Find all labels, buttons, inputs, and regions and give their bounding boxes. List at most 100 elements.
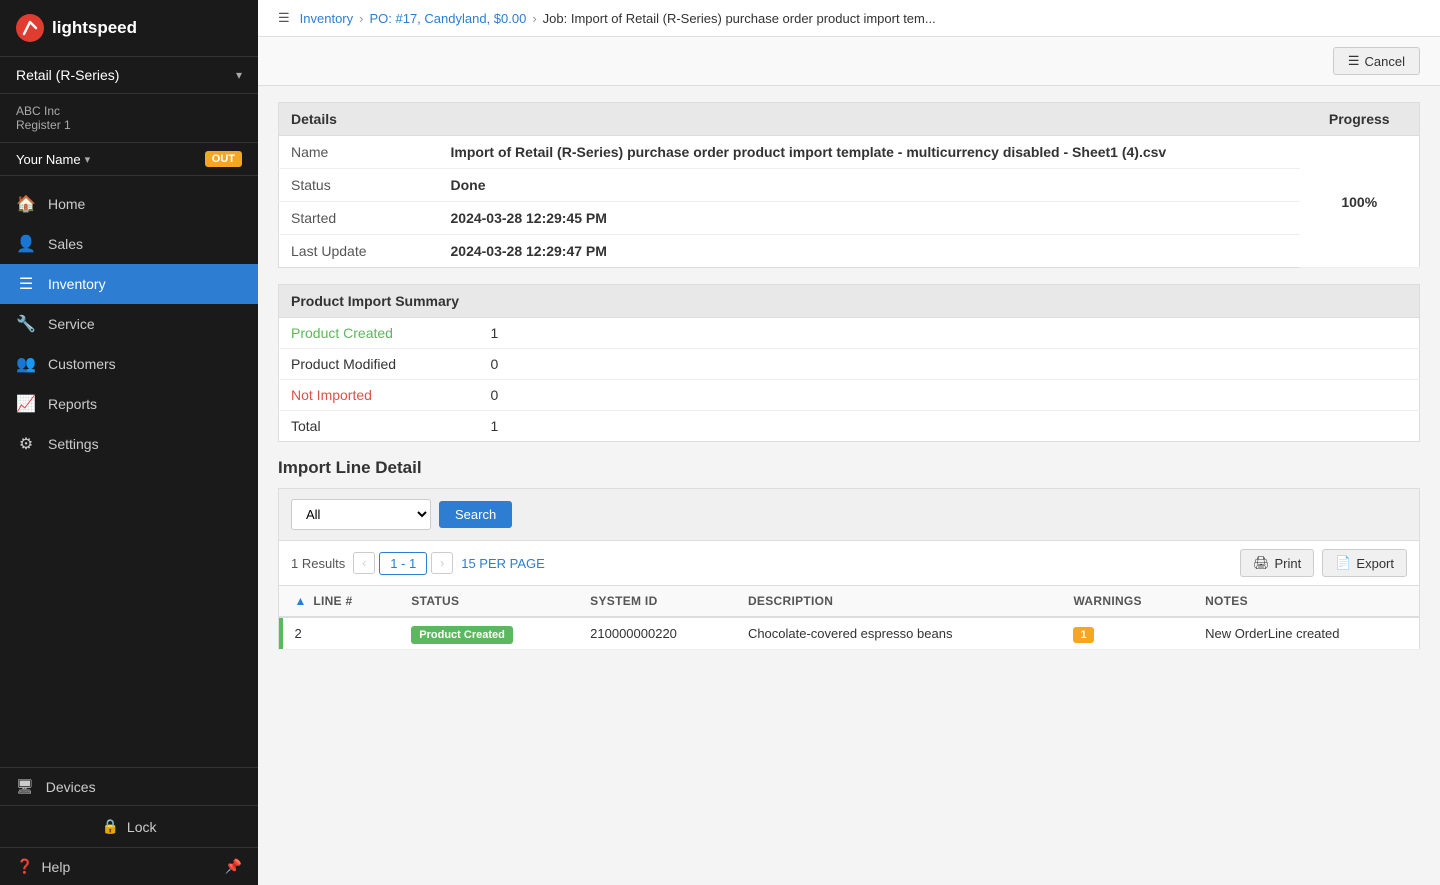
account-register: Register 1 — [16, 118, 71, 132]
detail-row-status: Status Done — [279, 169, 1420, 202]
col-header-line[interactable]: ▲ LINE # — [283, 586, 400, 617]
breadcrumb-job: Job: Import of Retail (R-Series) purchas… — [543, 11, 936, 26]
detail-row-name: Name Import of Retail (R-Series) purchas… — [279, 136, 1420, 169]
action-bar: ☰ Cancel — [258, 37, 1440, 86]
col-header-description: DESCRIPTION — [736, 586, 1062, 617]
progress-value: 100% — [1300, 136, 1420, 268]
store-selector[interactable]: Retail (R-Series) ▾ — [0, 57, 258, 94]
sidebar-item-devices[interactable]: 🖥 Devices — [0, 767, 258, 805]
import-line-title: Import Line Detail — [278, 458, 1420, 478]
detail-label-name: Name — [279, 136, 439, 169]
detail-value-lastupdate: 2024-03-28 12:29:47 PM — [439, 235, 1300, 268]
row-notes: New OrderLine created — [1193, 617, 1419, 650]
summary-value-created: 1 — [479, 318, 1420, 349]
out-badge: OUT — [205, 151, 242, 167]
summary-value-total: 1 — [479, 411, 1420, 442]
summary-row-total: Total 1 — [279, 411, 1420, 442]
help-label: Help — [41, 859, 70, 875]
detail-value-status: Done — [439, 169, 1300, 202]
filter-bar: All Product Created Product Modified Not… — [278, 488, 1420, 541]
detail-label-started: Started — [279, 202, 439, 235]
settings-icon: ⚙ — [16, 434, 36, 454]
lock-icon: 🔒 — [101, 818, 118, 835]
detail-label-status: Status — [279, 169, 439, 202]
detail-label-lastupdate: Last Update — [279, 235, 439, 268]
user-area[interactable]: Your Name ▾ OUT — [0, 143, 258, 176]
results-count: 1 Results — [291, 556, 345, 571]
status-badge: Product Created — [411, 626, 513, 644]
lock-label: Lock — [127, 819, 157, 835]
sidebar-item-customers[interactable]: 👥 Customers — [0, 344, 258, 384]
sidebar-item-settings[interactable]: ⚙ Settings — [0, 424, 258, 464]
summary-row-modified: Product Modified 0 — [279, 349, 1420, 380]
search-button[interactable]: Search — [439, 501, 512, 528]
row-description: Chocolate-covered espresso beans — [736, 617, 1062, 650]
user-name: Your Name — [16, 152, 81, 167]
cancel-icon: ☰ — [1348, 53, 1360, 69]
logo-area[interactable]: lightspeed — [0, 0, 258, 57]
export-icon: 📄 — [1335, 555, 1351, 571]
filter-select[interactable]: All Product Created Product Modified Not… — [291, 499, 431, 530]
devices-label: Devices — [46, 779, 96, 795]
summary-header: Product Import Summary — [279, 285, 1420, 318]
store-name: Retail (R-Series) — [16, 67, 119, 83]
sidebar: lightspeed Retail (R-Series) ▾ ABC Inc R… — [0, 0, 258, 885]
cancel-button[interactable]: ☰ Cancel — [1333, 47, 1420, 75]
sidebar-item-home[interactable]: 🏠 Home — [0, 184, 258, 224]
account-area: ABC Inc Register 1 — [0, 94, 258, 143]
prev-page-button[interactable]: ‹ — [353, 552, 375, 574]
summary-label-notimported: Not Imported — [279, 380, 479, 411]
nav-label-home: Home — [48, 196, 85, 212]
print-button[interactable]: 🖨 Print — [1240, 549, 1314, 577]
service-icon: 🔧 — [16, 314, 36, 334]
row-line-num: 2 — [283, 617, 400, 650]
help-button[interactable]: ❓ Help — [16, 858, 70, 875]
per-page-link[interactable]: 15 PER PAGE — [461, 556, 545, 571]
logo-text: lightspeed — [52, 18, 137, 38]
nav-label-service: Service — [48, 316, 95, 332]
sort-arrow-icon: ▲ — [295, 594, 307, 608]
page-nav: ‹ 1 - 1 › — [353, 552, 453, 575]
devices-icon: 🖥 — [16, 778, 34, 795]
next-page-button[interactable]: › — [431, 552, 453, 574]
breadcrumb-po[interactable]: PO: #17, Candyland, $0.00 — [369, 11, 526, 26]
inventory-icon: ☰ — [16, 274, 36, 294]
detail-row-lastupdate: Last Update 2024-03-28 12:29:47 PM — [279, 235, 1420, 268]
col-header-warnings: WARNINGS — [1061, 586, 1193, 617]
warning-badge: 1 — [1073, 627, 1093, 643]
account-company: ABC Inc — [16, 104, 71, 118]
home-icon: 🏠 — [16, 194, 36, 214]
import-data-table: ▲ LINE # STATUS SYSTEM ID DESCRIPTION WA… — [278, 586, 1420, 650]
pin-icon[interactable]: 📌 — [225, 858, 242, 875]
sidebar-item-inventory[interactable]: ☰ Inventory — [0, 264, 258, 304]
detail-row-started: Started 2024-03-28 12:29:45 PM — [279, 202, 1420, 235]
table-row: 2 Product Created 210000000220 Chocolate… — [279, 617, 1420, 650]
help-area: ❓ Help 📌 — [0, 847, 258, 885]
breadcrumb: ☰ Inventory › PO: #17, Candyland, $0.00 … — [258, 0, 1440, 37]
help-icon: ❓ — [16, 858, 33, 875]
summary-label-total: Total — [279, 411, 479, 442]
lock-button[interactable]: 🔒 Lock — [0, 805, 258, 847]
sidebar-item-sales[interactable]: 👤 Sales — [0, 224, 258, 264]
export-button[interactable]: 📄 Export — [1322, 549, 1407, 577]
sidebar-item-service[interactable]: 🔧 Service — [0, 304, 258, 344]
summary-table: Product Import Summary Product Created 1… — [278, 284, 1420, 442]
summary-value-notimported: 0 — [479, 380, 1420, 411]
details-table: Details Progress Name Import of Retail (… — [278, 102, 1420, 268]
sidebar-item-reports[interactable]: 📈 Reports — [0, 384, 258, 424]
store-caret-icon: ▾ — [236, 68, 242, 82]
col-header-systemid: SYSTEM ID — [578, 586, 736, 617]
results-bar: 1 Results ‹ 1 - 1 › 15 PER PAGE 🖨 Print … — [278, 541, 1420, 586]
page-content: Details Progress Name Import of Retail (… — [258, 86, 1440, 666]
export-label: Export — [1356, 556, 1394, 571]
breadcrumb-icon: ☰ — [278, 10, 290, 26]
reports-icon: 📈 — [16, 394, 36, 414]
cancel-label: Cancel — [1365, 54, 1405, 69]
breadcrumb-inventory[interactable]: Inventory — [300, 11, 353, 26]
nav-list: 🏠 Home 👤 Sales ☰ Inventory 🔧 Service 👥 C… — [0, 176, 258, 767]
detail-value-started: 2024-03-28 12:29:45 PM — [439, 202, 1300, 235]
import-line-section: Import Line Detail All Product Created P… — [278, 458, 1420, 650]
customers-icon: 👥 — [16, 354, 36, 374]
col-header-notes: NOTES — [1193, 586, 1419, 617]
summary-row-not-imported: Not Imported 0 — [279, 380, 1420, 411]
